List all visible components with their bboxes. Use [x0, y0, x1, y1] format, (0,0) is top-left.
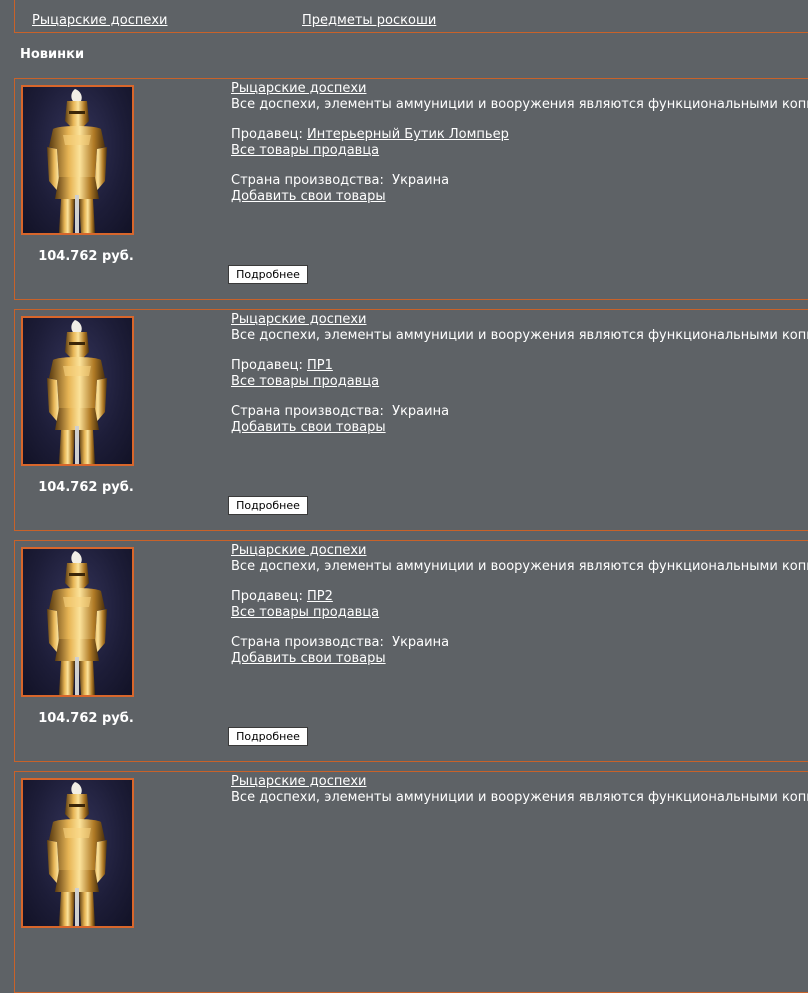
- seller-row: Продавец: ПР2: [231, 589, 808, 605]
- details-button[interactable]: Подробнее: [228, 727, 308, 746]
- country-label: Страна производства:: [231, 173, 384, 188]
- product-card: 104.762 руб. Рыцарские доспехи Все доспехи…: [14, 78, 808, 300]
- category-strip: Рыцарские доспехи Предметы роскоши: [14, 0, 808, 33]
- country-row: Страна производства: Украина: [231, 635, 808, 651]
- product-title-link[interactable]: Рыцарские доспехи: [231, 81, 808, 97]
- add-goods-link[interactable]: Добавить свои товары: [231, 420, 808, 436]
- product-info: Рыцарские доспехи Все доспехи, элементы а…: [231, 774, 808, 806]
- product-image[interactable]: [21, 316, 134, 466]
- category-link-armor[interactable]: Рыцарские доспехи: [32, 13, 167, 28]
- all-seller-goods-link[interactable]: Все товары продавца: [231, 605, 808, 621]
- product-description: Все доспехи, элементы аммуниции и вооруж…: [231, 97, 808, 112]
- seller-link[interactable]: ПР2: [307, 589, 333, 604]
- section-title: Новинки: [20, 47, 85, 62]
- product-description: Все доспехи, элементы аммуниции и вооруж…: [231, 328, 808, 343]
- product-info: Рыцарские доспехи Все доспехи, элементы а…: [231, 81, 808, 205]
- product-title-link[interactable]: Рыцарские доспехи: [231, 543, 808, 559]
- country-row: Страна производства: Украина: [231, 173, 808, 189]
- seller-link[interactable]: Интерьерный Бутик Ломпьер: [307, 127, 509, 142]
- product-title-link[interactable]: Рыцарские доспехи: [231, 774, 808, 790]
- country-value: Украина: [392, 173, 450, 188]
- seller-label: Продавец:: [231, 127, 303, 142]
- all-seller-goods-link[interactable]: Все товары продавца: [231, 143, 808, 159]
- product-image[interactable]: [21, 778, 134, 928]
- country-label: Страна производства:: [231, 635, 384, 650]
- product-card: Рыцарские доспехи Все доспехи, элементы а…: [14, 771, 808, 993]
- country-value: Украина: [392, 404, 450, 419]
- product-image[interactable]: [21, 547, 134, 697]
- product-description: Все доспехи, элементы аммуниции и вооруж…: [231, 790, 808, 805]
- add-goods-link[interactable]: Добавить свои товары: [231, 189, 808, 205]
- country-value: Украина: [392, 635, 450, 650]
- product-info: Рыцарские доспехи Все доспехи, элементы а…: [231, 543, 808, 667]
- product-price: 104.762 руб.: [38, 711, 134, 726]
- seller-row: Продавец: ПР1: [231, 358, 808, 374]
- add-goods-link[interactable]: Добавить свои товары: [231, 651, 808, 667]
- seller-link[interactable]: ПР1: [307, 358, 333, 373]
- details-button[interactable]: Подробнее: [228, 265, 308, 284]
- country-label: Страна производства:: [231, 404, 384, 419]
- category-link-luxury[interactable]: Предметы роскоши: [302, 13, 436, 28]
- product-card: 104.762 руб. Рыцарские доспехи Все доспехи…: [14, 540, 808, 762]
- seller-label: Продавец:: [231, 358, 303, 373]
- product-image[interactable]: [21, 85, 134, 235]
- all-seller-goods-link[interactable]: Все товары продавца: [231, 374, 808, 390]
- product-price: 104.762 руб.: [38, 249, 134, 264]
- seller-row: Продавец: Интерьерный Бутик Ломпьер: [231, 127, 808, 143]
- product-card: 104.762 руб. Рыцарские доспехи Все доспехи…: [14, 309, 808, 531]
- product-price: 104.762 руб.: [38, 480, 134, 495]
- product-info: Рыцарские доспехи Все доспехи, элементы а…: [231, 312, 808, 436]
- product-title-link[interactable]: Рыцарские доспехи: [231, 312, 808, 328]
- seller-label: Продавец:: [231, 589, 303, 604]
- product-description: Все доспехи, элементы аммуниции и вооруж…: [231, 559, 808, 574]
- details-button[interactable]: Подробнее: [228, 496, 308, 515]
- country-row: Страна производства: Украина: [231, 404, 808, 420]
